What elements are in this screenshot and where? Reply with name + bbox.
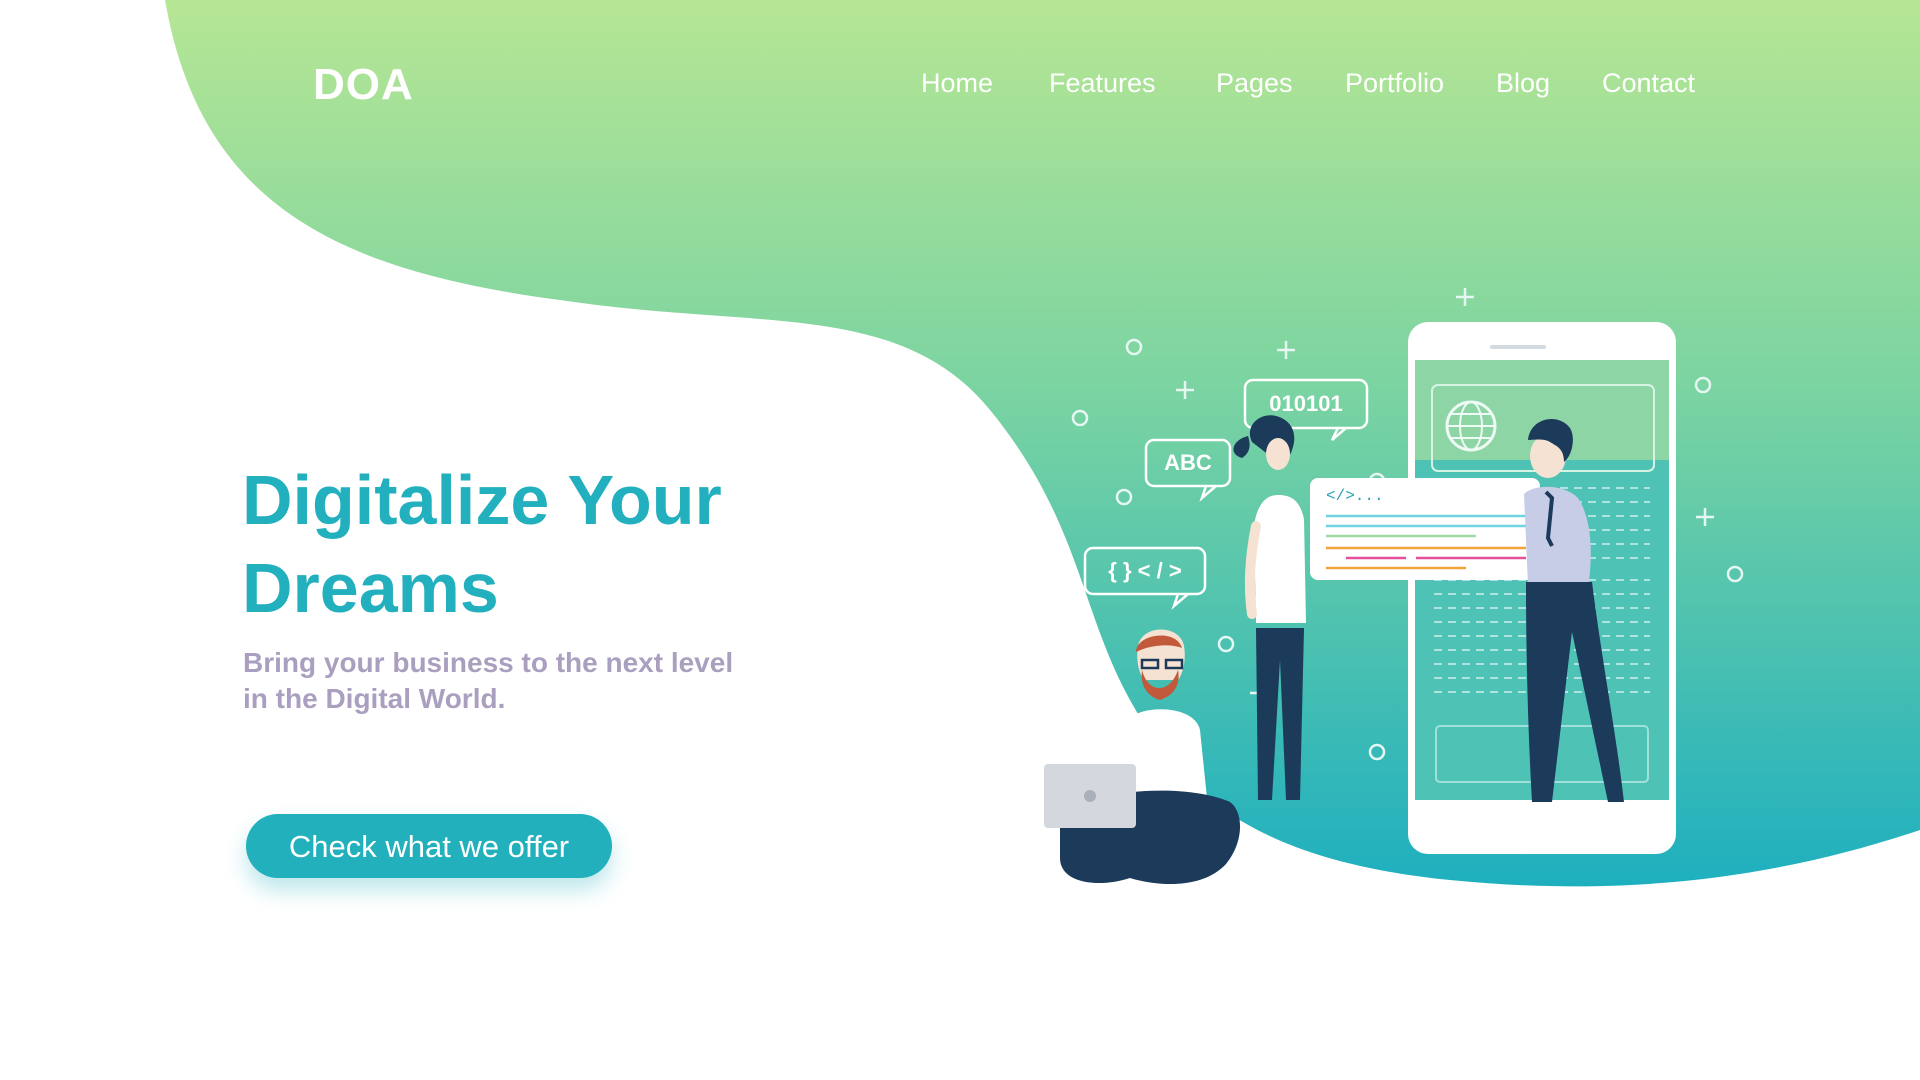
hero-subtitle-line1: Bring your business to the next level [243, 647, 734, 678]
hero-subtitle: Bring your business to the next level in… [243, 645, 803, 717]
hero-title: Digitalize Your Dreams [242, 456, 862, 632]
hero-illustration: 010101 ABC { } < / > </>... [1044, 288, 1744, 885]
bubble-binary-text: 010101 [1269, 391, 1342, 416]
hero-title-line2: Dreams [242, 549, 499, 627]
nav-features[interactable]: Features [1049, 68, 1156, 99]
hero-title-line1: Digitalize Your [242, 461, 722, 539]
main-nav: Home Features Pages Portfolio Blog Conta… [0, 68, 1920, 104]
abc-bubble: ABC [1144, 438, 1232, 502]
bubble-code-text: { } < / > [1108, 558, 1181, 583]
hero-subtitle-line2: in the Digital World. [243, 683, 506, 714]
code-bubble: { } < / > [1083, 546, 1207, 610]
nav-blog[interactable]: Blog [1496, 68, 1550, 99]
card-code-text: </>... [1326, 487, 1384, 505]
nav-contact[interactable]: Contact [1602, 68, 1695, 99]
code-card: </>... [1310, 478, 1540, 580]
nav-pages[interactable]: Pages [1216, 68, 1293, 99]
bubble-abc-text: ABC [1164, 450, 1212, 475]
nav-home[interactable]: Home [921, 68, 993, 99]
nav-portfolio[interactable]: Portfolio [1345, 68, 1444, 99]
woman-figure [1233, 415, 1306, 800]
man-sitting-figure [1044, 629, 1241, 885]
cta-button[interactable]: Check what we offer [246, 814, 612, 878]
